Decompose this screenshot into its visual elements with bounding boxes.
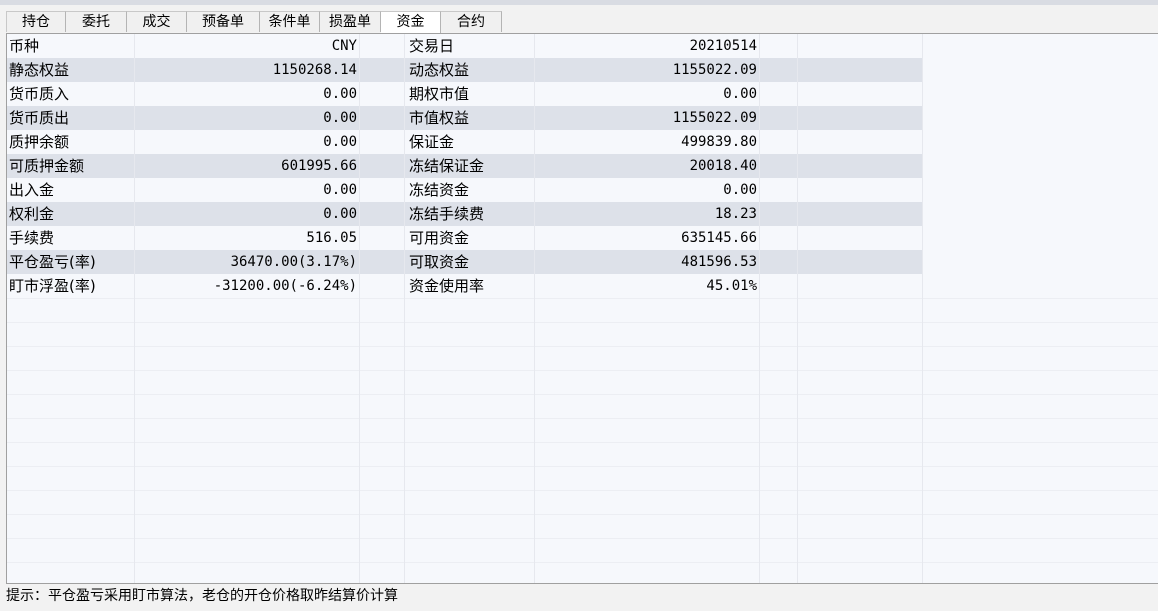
fund-value: 481596.53 xyxy=(681,254,757,270)
fund-row[interactable]: 币种 CNY 交易日 20210514 xyxy=(7,34,1158,58)
fund-label: 权利金 xyxy=(9,205,55,223)
grid-column-line xyxy=(134,34,135,583)
grid-row-line xyxy=(7,538,1158,539)
fund-value: 20018.40 xyxy=(689,158,757,174)
fund-label: 平仓盈亏(率) xyxy=(9,253,96,271)
fund-label: 静态权益 xyxy=(9,61,70,79)
fund-value: 516.05 xyxy=(306,230,357,246)
grid-row-line xyxy=(7,442,1158,443)
grid-row-line xyxy=(7,418,1158,419)
grid-column-line xyxy=(534,34,535,583)
fund-row[interactable]: 平仓盈亏(率) 36470.00(3.17%) 可取资金 481596.53 xyxy=(7,250,1158,274)
row-tail xyxy=(922,178,1158,202)
fund-label: 货币质入 xyxy=(9,85,70,103)
fund-value: 635145.66 xyxy=(681,230,757,246)
fund-value: -31200.00(-6.24%) xyxy=(213,278,357,294)
grid-column-line xyxy=(404,34,405,583)
row-tail xyxy=(922,274,1158,298)
tab-positions[interactable]: 持仓 xyxy=(6,11,66,32)
grid-row-line xyxy=(7,322,1158,323)
row-tail xyxy=(922,154,1158,178)
fund-row[interactable]: 出入金 0.00 冻结资金 0.00 xyxy=(7,178,1158,202)
grid-row-line xyxy=(7,562,1158,563)
fund-label: 期权市值 xyxy=(409,85,470,103)
fund-label: 交易日 xyxy=(409,37,455,55)
row-tail xyxy=(922,130,1158,154)
grid-column-line xyxy=(922,34,923,583)
fund-label: 冻结手续费 xyxy=(409,205,485,223)
fund-row[interactable]: 权利金 0.00 冻结手续费 18.23 xyxy=(7,202,1158,226)
grid-row-line xyxy=(7,370,1158,371)
fund-value: 0.00 xyxy=(323,110,357,126)
fund-value: 0.00 xyxy=(723,182,757,198)
fund-row[interactable]: 可质押金额 601995.66 冻结保证金 20018.40 xyxy=(7,154,1158,178)
fund-row[interactable]: 货币质出 0.00 市值权益 1155022.09 xyxy=(7,106,1158,130)
tab-bar: 持仓 委托 成交 预备单 条件单 损盈单 资金 合约 xyxy=(6,11,502,33)
fund-value: 499839.80 xyxy=(681,134,757,150)
grid-row-line xyxy=(7,490,1158,491)
fund-label: 市值权益 xyxy=(409,109,470,127)
tab-preorders[interactable]: 预备单 xyxy=(187,11,260,32)
fund-label: 冻结保证金 xyxy=(409,157,485,175)
fund-value: 601995.66 xyxy=(281,158,357,174)
fund-value: 0.00 xyxy=(323,206,357,222)
fund-value: 45.01% xyxy=(706,278,757,294)
fund-value: 1150268.14 xyxy=(272,62,357,78)
row-tail xyxy=(922,226,1158,250)
fund-label: 出入金 xyxy=(9,181,55,199)
row-tail xyxy=(922,82,1158,106)
row-tail xyxy=(922,34,1158,58)
fund-value: 18.23 xyxy=(714,206,757,222)
grid-row-line xyxy=(7,394,1158,395)
grid-column-line xyxy=(359,34,360,583)
fund-label: 手续费 xyxy=(9,229,55,247)
status-tip: 提示：平仓盈亏采用盯市算法，老仓的开仓价格取昨结算价计算 xyxy=(6,588,398,604)
fund-value: 1155022.09 xyxy=(672,62,757,78)
grid-row-line xyxy=(7,514,1158,515)
fund-value: 0.00 xyxy=(323,182,357,198)
fund-value: 0.00 xyxy=(323,86,357,102)
grid-row-line xyxy=(7,466,1158,467)
tab-stop-orders[interactable]: 损盈单 xyxy=(320,11,381,32)
grid-row-line xyxy=(7,346,1158,347)
grid-column-line xyxy=(759,34,760,583)
fund-value: 36470.00(3.17%) xyxy=(230,254,357,270)
window-top-strip xyxy=(0,0,1158,5)
fund-label: 质押余额 xyxy=(9,133,70,151)
fund-label: 动态权益 xyxy=(409,61,470,79)
row-tail xyxy=(922,250,1158,274)
fund-value: 20210514 xyxy=(689,38,757,54)
fund-row[interactable]: 手续费 516.05 可用资金 635145.66 xyxy=(7,226,1158,250)
fund-label: 冻结资金 xyxy=(409,181,470,199)
fund-row[interactable]: 货币质入 0.00 期权市值 0.00 xyxy=(7,82,1158,106)
tab-orders[interactable]: 委托 xyxy=(66,11,127,32)
row-tail xyxy=(922,202,1158,226)
fund-value: 0.00 xyxy=(723,86,757,102)
fund-row[interactable]: 静态权益 1150268.14 动态权益 1155022.09 xyxy=(7,58,1158,82)
fund-value: 0.00 xyxy=(323,134,357,150)
fund-label: 可取资金 xyxy=(409,253,470,271)
fund-label: 可用资金 xyxy=(409,229,470,247)
fund-row[interactable]: 质押余额 0.00 保证金 499839.80 xyxy=(7,130,1158,154)
fund-value: 1155022.09 xyxy=(672,110,757,126)
grid-row-line xyxy=(7,298,1158,299)
fund-value: CNY xyxy=(331,38,357,54)
tab-conditional-orders[interactable]: 条件单 xyxy=(260,11,320,32)
grid-column-line xyxy=(797,34,798,583)
row-tail xyxy=(922,58,1158,82)
tab-funds[interactable]: 资金 xyxy=(381,11,441,33)
fund-label: 可质押金额 xyxy=(9,157,85,175)
fund-grid: 币种 CNY 交易日 20210514 静态权益 1150268.14 动态权益 115502… xyxy=(6,33,1158,584)
fund-row[interactable]: 盯市浮盈(率) -31200.00(-6.24%) 资金使用率 45.01% xyxy=(7,274,1158,298)
fund-label: 币种 xyxy=(9,37,40,55)
tab-trades[interactable]: 成交 xyxy=(127,11,187,32)
fund-label: 保证金 xyxy=(409,133,455,151)
tab-contracts[interactable]: 合约 xyxy=(441,11,502,32)
fund-label: 资金使用率 xyxy=(409,277,485,295)
fund-label: 盯市浮盈(率) xyxy=(9,277,96,295)
row-tail xyxy=(922,106,1158,130)
fund-label: 货币质出 xyxy=(9,109,70,127)
